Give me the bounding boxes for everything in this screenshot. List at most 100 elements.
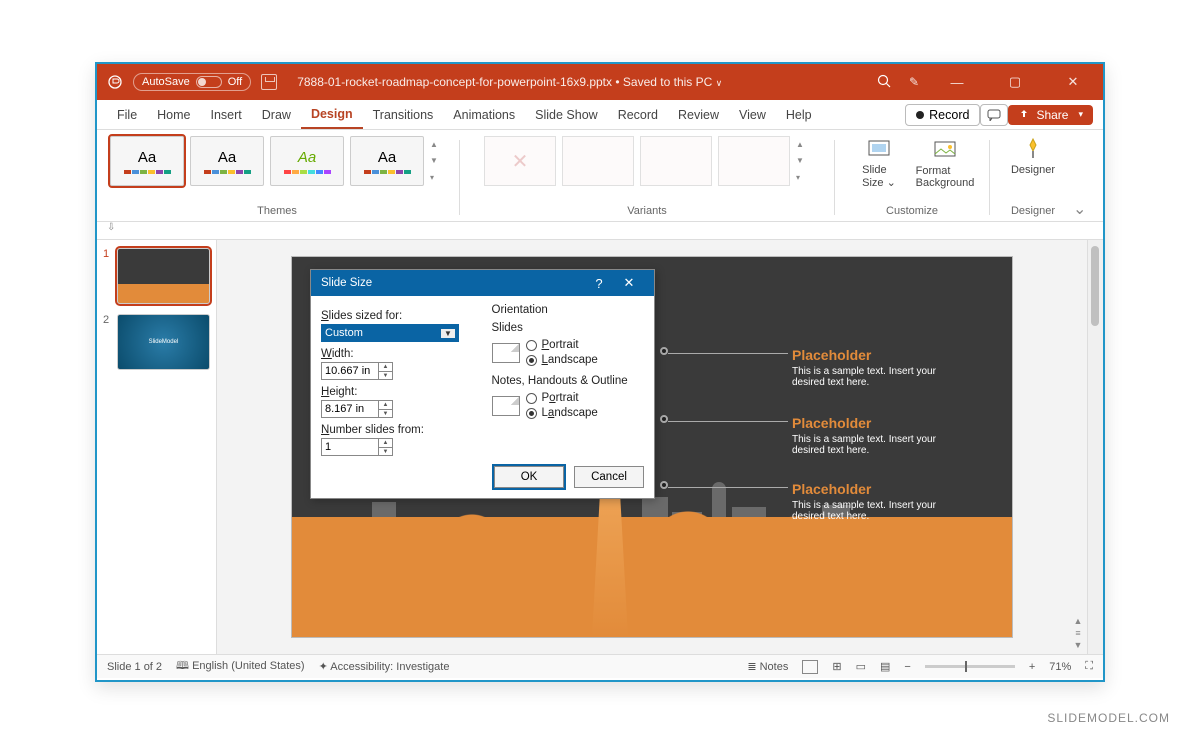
qat-overflow[interactable]: ⇩ [97, 222, 1103, 240]
tab-record[interactable]: Record [608, 100, 668, 129]
tab-home[interactable]: Home [147, 100, 200, 129]
spinner-icon[interactable]: ▲▼ [379, 438, 393, 456]
width-input[interactable] [321, 362, 379, 380]
placeholder-body: This is a sample text. Insert your desir… [792, 434, 952, 456]
ribbon-tabs: FileHomeInsertDrawDesignTransitionsAnima… [97, 100, 1103, 130]
share-button[interactable]: Share▾ [1008, 105, 1093, 125]
autosave-toggle[interactable]: AutoSave Off [133, 73, 251, 91]
minimize-button[interactable]: — [937, 75, 977, 90]
height-input[interactable] [321, 400, 379, 418]
group-label-variants: Variants [627, 205, 667, 219]
placeholder-title: Placeholder [792, 347, 952, 363]
sized-for-label: Slides sized for: [321, 310, 474, 322]
dialog-title: Slide Size [321, 277, 372, 289]
slides-portrait-radio[interactable]: Portrait [526, 339, 598, 351]
tab-animations[interactable]: Animations [443, 100, 525, 129]
notes-orientation-label: Notes, Handouts & Outline [492, 375, 645, 387]
toggle-icon [196, 76, 222, 88]
document-title: 7888-01-rocket-roadmap-concept-for-power… [297, 75, 722, 89]
slide-thumbnails: 1 2 SlideModel [97, 240, 217, 654]
zoom-out-button[interactable]: − [904, 661, 910, 673]
dialog-titlebar[interactable]: Slide Size ? ✕ [311, 270, 654, 296]
group-label-customize: Customize [886, 205, 938, 219]
format-background-button[interactable]: FormatBackground [915, 136, 975, 189]
vertical-scrollbar[interactable] [1087, 240, 1103, 654]
slide-canvas[interactable]: Placeholder This is a sample text. Insert… [217, 240, 1087, 654]
autosave-label: AutoSave [142, 76, 190, 88]
dialog-close-icon[interactable]: ✕ [614, 275, 644, 291]
theme-thumbnail[interactable]: Aa [110, 136, 184, 186]
accessibility-indicator[interactable]: ✦ Accessibility: Investigate [319, 660, 450, 673]
variant-thumbnail[interactable] [718, 136, 790, 186]
comments-button[interactable] [980, 104, 1008, 126]
sized-for-select[interactable]: Custom▼ [321, 324, 459, 342]
autosave-state: Off [228, 76, 242, 88]
page-landscape-icon [492, 343, 520, 363]
tab-draw[interactable]: Draw [252, 100, 301, 129]
theme-thumbnail[interactable]: Aa [270, 136, 344, 186]
theme-thumbnail[interactable]: Aa [190, 136, 264, 186]
page-landscape-icon [492, 396, 520, 416]
spinner-icon[interactable]: ▲▼ [379, 362, 393, 380]
reading-view-icon[interactable]: ▭ [856, 660, 866, 673]
variant-thumbnail[interactable] [562, 136, 634, 186]
number-from-input[interactable] [321, 438, 379, 456]
zoom-in-button[interactable]: + [1029, 661, 1035, 673]
variant-thumbnail[interactable] [640, 136, 712, 186]
placeholder-title: Placeholder [792, 481, 952, 497]
save-icon[interactable] [261, 74, 277, 90]
notes-portrait-radio[interactable]: Portrait [526, 392, 598, 404]
pen-icon[interactable]: ✎ [909, 75, 919, 89]
spinner-icon[interactable]: ▲▼ [379, 400, 393, 418]
number-from-label: Number slides from: [321, 424, 474, 436]
collapse-ribbon-icon[interactable]: ⌄ [1073, 199, 1093, 219]
variant-thumbnail[interactable]: ✕ [484, 136, 556, 186]
tab-view[interactable]: View [729, 100, 776, 129]
theme-thumbnail[interactable]: Aa [350, 136, 424, 186]
zoom-slider[interactable] [925, 665, 1015, 668]
slide-thumbnail-2[interactable]: SlideModel [117, 314, 210, 370]
width-label: Width: [321, 348, 474, 360]
tab-help[interactable]: Help [776, 100, 822, 129]
normal-view-icon[interactable] [802, 660, 818, 674]
tab-transitions[interactable]: Transitions [363, 100, 444, 129]
titlebar: AutoSave Off 7888-01-rocket-roadmap-conc… [97, 64, 1103, 100]
fit-to-window-icon[interactable]: ⛶ [1085, 660, 1093, 673]
slideshow-view-icon[interactable]: ▤ [880, 660, 890, 673]
close-button[interactable]: ✕ [1053, 74, 1093, 90]
variants-more-icon[interactable]: ▲▼▾ [796, 136, 810, 186]
maximize-button[interactable]: ▢ [995, 74, 1035, 90]
slides-landscape-radio[interactable]: Landscape [526, 354, 598, 366]
placeholder-title: Placeholder [792, 415, 952, 431]
tab-design[interactable]: Design [301, 100, 363, 129]
ok-button[interactable]: OK [494, 466, 564, 488]
tab-review[interactable]: Review [668, 100, 729, 129]
slide-size-button[interactable]: SlideSize ⌄ [849, 136, 909, 189]
cancel-button[interactable]: Cancel [574, 466, 644, 488]
slide-size-dialog: Slide Size ? ✕ Slides sized for: Custom▼… [310, 269, 655, 499]
search-icon[interactable] [877, 74, 891, 91]
sorter-view-icon[interactable]: ⊞ [832, 660, 841, 673]
slide-counter: Slide 1 of 2 [107, 661, 162, 673]
placeholder-body: This is a sample text. Insert your desir… [792, 500, 952, 522]
tab-file[interactable]: File [107, 100, 147, 129]
language-indicator[interactable]: 🕮 English (United States) [176, 657, 305, 676]
slide-thumbnail-1[interactable] [117, 248, 210, 304]
record-button[interactable]: Record [905, 104, 980, 126]
tab-insert[interactable]: Insert [201, 100, 252, 129]
slide-nav-arrows[interactable]: ▲≡▼ [1072, 616, 1084, 650]
notes-landscape-radio[interactable]: Landscape [526, 407, 598, 419]
designer-button[interactable]: Designer [1003, 136, 1063, 176]
ribbon: Aa Aa Aa Aa ▲▼▾ Themes ✕ ▲▼▾ Variants Sl… [97, 130, 1103, 222]
zoom-level[interactable]: 71% [1049, 661, 1071, 673]
orientation-heading: Orientation [492, 304, 645, 316]
group-label-themes: Themes [257, 205, 297, 219]
tab-slide-show[interactable]: Slide Show [525, 100, 608, 129]
thumb-number: 1 [103, 248, 113, 304]
themes-more-icon[interactable]: ▲▼▾ [430, 136, 444, 186]
watermark: SLIDEMODEL.COM [1047, 711, 1170, 725]
help-icon[interactable]: ? [584, 276, 614, 291]
group-label-designer: Designer [1011, 205, 1055, 219]
placeholder-body: This is a sample text. Insert your desir… [792, 366, 952, 388]
notes-toggle[interactable]: ≣ Notes [747, 660, 788, 673]
